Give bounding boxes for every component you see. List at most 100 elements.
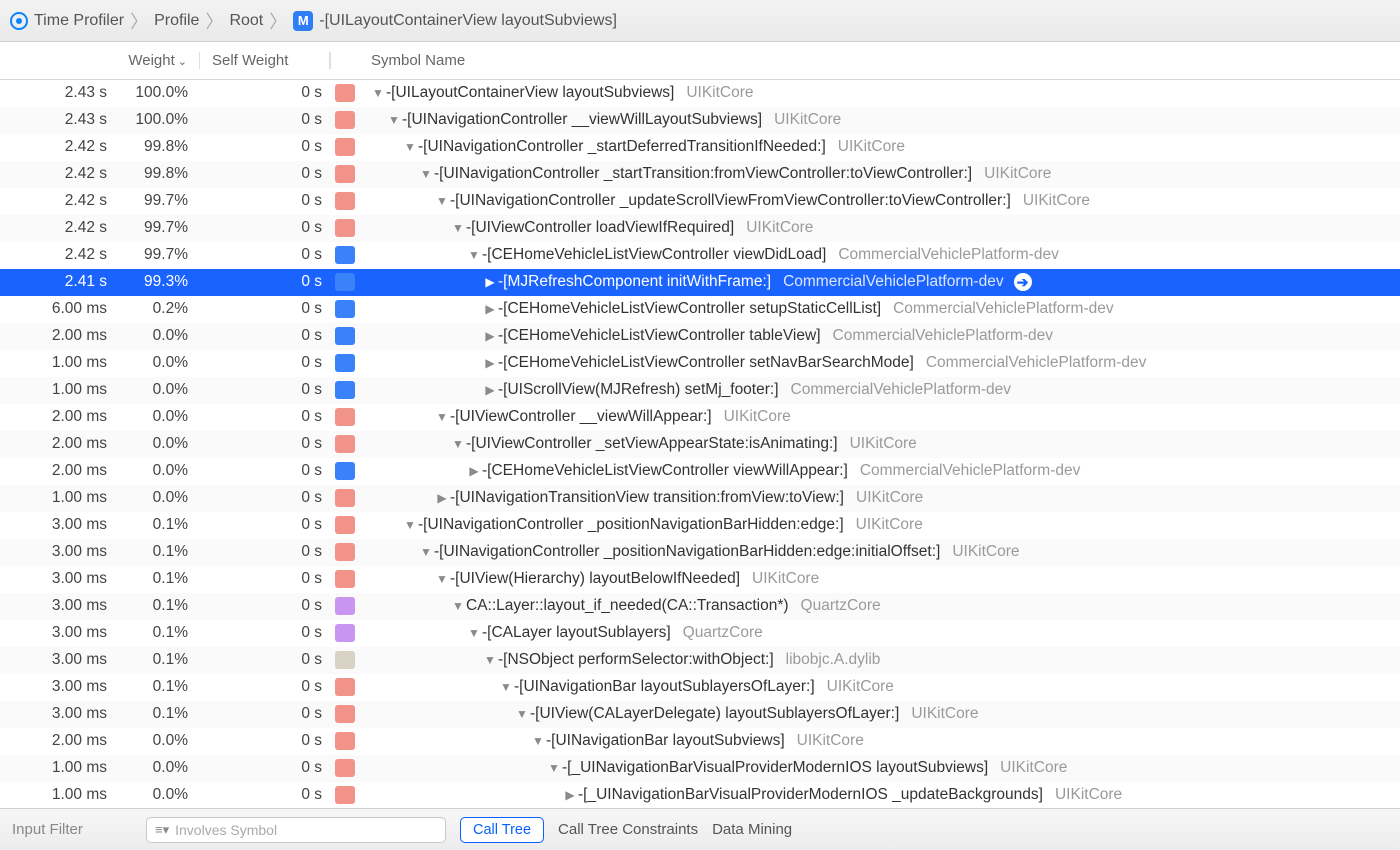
weight-pct: 0.0%	[115, 354, 200, 372]
input-filter-label[interactable]: Input Filter	[12, 821, 132, 838]
symbol-name: -[UIView(Hierarchy) layoutBelowIfNeeded]	[450, 570, 740, 588]
header-self-weight[interactable]: Self Weight	[200, 52, 330, 69]
header-symbol-name[interactable]: Symbol Name	[330, 52, 1400, 69]
self-weight: 0 s	[200, 354, 330, 372]
table-row[interactable]: 2.42 s99.7%0 s▼-[UINavigationController …	[0, 188, 1400, 215]
table-row[interactable]: 2.43 s100.0%0 s▼-[UINavigationController…	[0, 107, 1400, 134]
disclosure-triangle-icon[interactable]: ▼	[418, 545, 434, 559]
crumb-1[interactable]: Profile	[154, 12, 199, 30]
disclosure-triangle-icon[interactable]: ▶	[434, 491, 450, 505]
disclosure-triangle-icon[interactable]: ▼	[450, 599, 466, 613]
table-row[interactable]: 3.00 ms0.1%0 s▼-[NSObject performSelecto…	[0, 647, 1400, 674]
disclosure-triangle-icon[interactable]: ▼	[466, 248, 482, 262]
table-row[interactable]: 2.00 ms0.0%0 s▼-[UIViewController __view…	[0, 404, 1400, 431]
weight-pct: 0.2%	[115, 300, 200, 318]
table-row[interactable]: 2.42 s99.8%0 s▼-[UINavigationController …	[0, 134, 1400, 161]
data-mining-button[interactable]: Data Mining	[712, 821, 792, 838]
disclosure-triangle-icon[interactable]: ▼	[482, 653, 498, 667]
filter-menu-icon[interactable]: ≡▾	[155, 822, 169, 838]
library-name: UIKitCore	[1023, 192, 1090, 210]
table-row[interactable]: 1.00 ms0.0%0 s▶-[UINavigationTransitionV…	[0, 485, 1400, 512]
crumb-2[interactable]: Root	[229, 12, 263, 30]
header-weight-label: Weight	[128, 52, 174, 69]
table-row[interactable]: 3.00 ms0.1%0 s▼-[UINavigationBar layoutS…	[0, 674, 1400, 701]
library-name: UIKitCore	[984, 165, 1051, 183]
system-library-icon	[335, 732, 355, 750]
table-row[interactable]: 2.00 ms0.0%0 s▼-[UINavigationBar layoutS…	[0, 728, 1400, 755]
disclosure-triangle-icon[interactable]: ▶	[562, 788, 578, 802]
disclosure-triangle-icon[interactable]: ▼	[530, 734, 546, 748]
involves-symbol-field[interactable]: ≡▾ Involves Symbol	[146, 817, 446, 843]
disclosure-triangle-icon[interactable]: ▶	[482, 356, 498, 370]
table-row[interactable]: 3.00 ms0.1%0 s▼-[UIView(CALayerDelegate)…	[0, 701, 1400, 728]
self-weight: 0 s	[200, 705, 330, 723]
weight-time: 2.42 s	[0, 165, 115, 183]
library-name: UIKitCore	[1000, 759, 1067, 777]
app-code-icon	[335, 381, 355, 399]
disclosure-triangle-icon[interactable]: ▼	[370, 86, 386, 100]
weight-time: 3.00 ms	[0, 570, 115, 588]
table-row[interactable]: 2.42 s99.8%0 s▼-[UINavigationController …	[0, 161, 1400, 188]
table-row[interactable]: 3.00 ms0.1%0 s▼CA::Layer::layout_if_need…	[0, 593, 1400, 620]
disclosure-triangle-icon[interactable]: ▶	[482, 275, 498, 289]
app-code-icon	[335, 273, 355, 291]
library-name: CommercialVehiclePlatform-dev	[783, 273, 1004, 291]
disclosure-triangle-icon[interactable]: ▼	[466, 626, 482, 640]
chevron-right-icon: 〉	[205, 8, 223, 34]
weight-time: 2.00 ms	[0, 408, 115, 426]
library-name: CommercialVehiclePlatform-dev	[833, 327, 1054, 345]
weight-pct: 99.7%	[115, 246, 200, 264]
header-weight[interactable]: Weight⌄	[0, 52, 200, 69]
crumb-leaf[interactable]: -[UILayoutContainerView layoutSubviews]	[319, 12, 617, 30]
disclosure-triangle-icon[interactable]: ▼	[418, 167, 434, 181]
table-row[interactable]: 2.43 s100.0%0 s▼-[UILayoutContainerView …	[0, 80, 1400, 107]
disclosure-triangle-icon[interactable]: ▼	[450, 437, 466, 451]
table-row[interactable]: 3.00 ms0.1%0 s▼-[UINavigationController …	[0, 512, 1400, 539]
table-row[interactable]: 1.00 ms0.0%0 s▼-[_UINavigationBarVisualP…	[0, 755, 1400, 782]
table-row[interactable]: 1.00 ms0.0%0 s▶-[_UINavigationBarVisualP…	[0, 782, 1400, 808]
weight-pct: 0.0%	[115, 489, 200, 507]
table-row[interactable]: 2.00 ms0.0%0 s▶-[CEHomeVehicleListViewCo…	[0, 458, 1400, 485]
table-row[interactable]: 2.42 s99.7%0 s▼-[UIViewController loadVi…	[0, 215, 1400, 242]
self-weight: 0 s	[200, 192, 330, 210]
table-row[interactable]: 2.00 ms0.0%0 s▶-[CEHomeVehicleListViewCo…	[0, 323, 1400, 350]
disclosure-triangle-icon[interactable]: ▼	[386, 113, 402, 127]
self-weight: 0 s	[200, 138, 330, 156]
call-tree-button[interactable]: Call Tree	[460, 817, 544, 843]
table-row[interactable]: 1.00 ms0.0%0 s▶-[CEHomeVehicleListViewCo…	[0, 350, 1400, 377]
table-row[interactable]: 2.42 s99.7%0 s▼-[CEHomeVehicleListViewCo…	[0, 242, 1400, 269]
disclosure-triangle-icon[interactable]: ▼	[434, 194, 450, 208]
disclosure-triangle-icon[interactable]: ▶	[482, 383, 498, 397]
disclosure-triangle-icon[interactable]: ▼	[514, 707, 530, 721]
weight-time: 3.00 ms	[0, 543, 115, 561]
disclosure-triangle-icon[interactable]: ▶	[482, 329, 498, 343]
disclosure-triangle-icon[interactable]: ▼	[434, 410, 450, 424]
symbol-name: -[UINavigationController __viewWillLayou…	[402, 111, 762, 129]
disclosure-triangle-icon[interactable]: ▼	[498, 680, 514, 694]
table-row[interactable]: 2.41 s99.3%0 s▶-[MJRefreshComponent init…	[0, 269, 1400, 296]
table-row[interactable]: 6.00 ms0.2%0 s▶-[CEHomeVehicleListViewCo…	[0, 296, 1400, 323]
table-row[interactable]: 3.00 ms0.1%0 s▼-[CALayer layoutSublayers…	[0, 620, 1400, 647]
disclosure-triangle-icon[interactable]: ▼	[402, 140, 418, 154]
focus-arrow-icon[interactable]: ➔	[1014, 273, 1032, 291]
disclosure-triangle-icon[interactable]: ▼	[450, 221, 466, 235]
crumb-0[interactable]: Time Profiler	[34, 12, 124, 30]
call-tree-constraints-button[interactable]: Call Tree Constraints	[558, 821, 698, 838]
disclosure-triangle-icon[interactable]: ▼	[434, 572, 450, 586]
table-row[interactable]: 3.00 ms0.1%0 s▼-[UIView(Hierarchy) layou…	[0, 566, 1400, 593]
library-name: QuartzCore	[683, 624, 763, 642]
symbol-name: -[UIViewController _setViewAppearState:i…	[466, 435, 838, 453]
table-row[interactable]: 3.00 ms0.1%0 s▼-[UINavigationController …	[0, 539, 1400, 566]
system-library-icon	[335, 408, 355, 426]
library-name: UIKitCore	[856, 516, 923, 534]
disclosure-triangle-icon[interactable]: ▶	[466, 464, 482, 478]
chevron-right-icon: 〉	[130, 8, 148, 34]
table-row[interactable]: 2.00 ms0.0%0 s▼-[UIViewController _setVi…	[0, 431, 1400, 458]
call-tree-table[interactable]: 2.43 s100.0%0 s▼-[UILayoutContainerView …	[0, 80, 1400, 808]
disclosure-triangle-icon[interactable]: ▼	[402, 518, 418, 532]
table-row[interactable]: 1.00 ms0.0%0 s▶-[UIScrollView(MJRefresh)…	[0, 377, 1400, 404]
system-library-icon	[335, 84, 355, 102]
disclosure-triangle-icon[interactable]: ▼	[546, 761, 562, 775]
disclosure-triangle-icon[interactable]: ▶	[482, 302, 498, 316]
library-name: CommercialVehiclePlatform-dev	[893, 300, 1114, 318]
